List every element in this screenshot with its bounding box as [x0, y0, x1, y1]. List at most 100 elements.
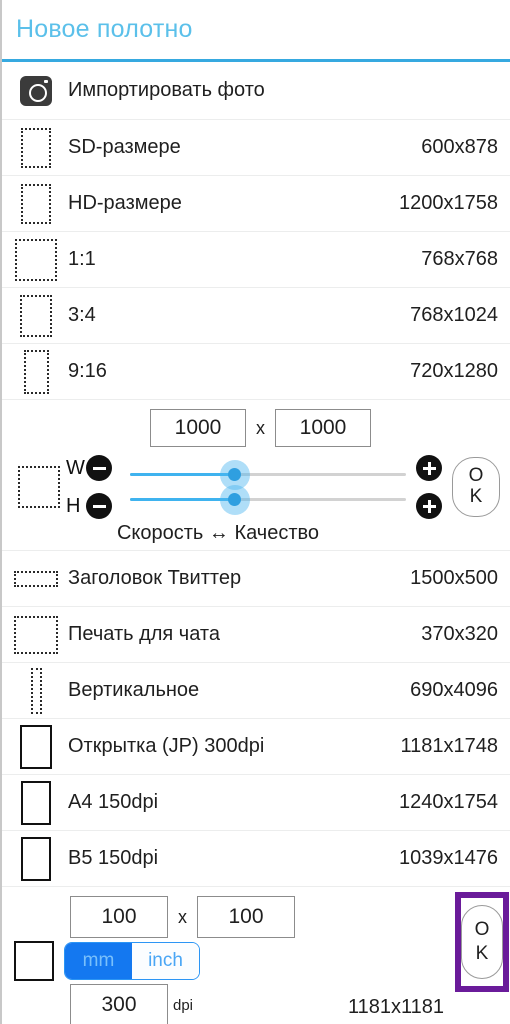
preset-label: 3:4: [68, 304, 96, 326]
wh-minus-column: W H: [66, 455, 122, 519]
preset-preview-box: [30, 667, 42, 714]
height-control-line: H: [66, 493, 122, 519]
preset-label: A4 150dpi: [68, 791, 159, 813]
preset-value: 1181x1748: [400, 735, 499, 757]
print-preview-box: [14, 941, 54, 981]
preset-list-bottom: Заголовок Твиттер 1500x500 Печать для чата…: [2, 551, 510, 887]
preset-preview-box: [21, 836, 51, 881]
camera-flash-icon: [44, 79, 48, 83]
preset-row[interactable]: B5 150dpi 1039x1476: [2, 831, 510, 887]
custom-size-inputs: 1000 x 1000: [14, 408, 500, 448]
preset-preview-box: [14, 570, 58, 587]
preset-preview-cell: [14, 724, 58, 770]
preset-preview-box: [20, 294, 52, 337]
print-dpi-label: dpi: [173, 996, 194, 1014]
preset-label: 1:1: [68, 248, 96, 270]
screen-header: Новое полотно: [2, 0, 510, 62]
print-ok-line-1: O: [474, 919, 490, 941]
preset-preview-cell: [14, 667, 58, 714]
wh-plus-column: [412, 455, 446, 519]
custom-width-input[interactable]: 1000: [150, 409, 246, 447]
preset-preview-cell: [14, 237, 58, 283]
preset-row[interactable]: Печать для чата 370x320: [2, 607, 510, 663]
print-size-inputs: 100 x 100: [14, 895, 500, 939]
import-photo-row[interactable]: Импортировать фото: [2, 62, 510, 120]
preset-preview-cell: [14, 556, 58, 602]
preset-preview-cell: [14, 181, 58, 227]
print-ok-highlight: O K: [455, 892, 509, 992]
print-width-input[interactable]: 100: [70, 896, 168, 938]
preset-preview-box: [21, 127, 51, 168]
print-unit-row: mm inch: [14, 939, 500, 983]
preset-list-top: SD-размере 600x878 HD-размере 1200x1758 1:1 7…: [2, 120, 510, 400]
width-letter: W: [66, 456, 85, 479]
custom-preview-box: [18, 466, 60, 508]
preset-preview-box: [15, 238, 57, 281]
preset-label: SD-размере: [68, 136, 181, 158]
preset-preview-box: [21, 780, 51, 825]
width-minus-button[interactable]: [86, 455, 112, 481]
preset-row[interactable]: Открытка (JP) 300dpi 1181x1748: [2, 719, 510, 775]
preset-preview-cell: [14, 125, 58, 171]
preset-value: 1039x1476: [399, 847, 498, 869]
preset-row[interactable]: SD-размере 600x878: [2, 120, 510, 176]
preset-row[interactable]: Заголовок Твиттер 1500x500: [2, 551, 510, 607]
preset-preview-box: [21, 183, 51, 224]
preset-label: Открытка (JP) 300dpi: [68, 735, 265, 757]
preset-preview-cell: [14, 612, 58, 658]
print-height-input[interactable]: 100: [197, 896, 295, 938]
unit-toggle[interactable]: mm inch: [64, 942, 200, 980]
preset-row[interactable]: A4 150dpi 1240x1754: [2, 775, 510, 831]
width-plus-button[interactable]: [416, 455, 442, 481]
preset-row[interactable]: 3:4 768x1024: [2, 288, 510, 344]
unit-option-inch[interactable]: inch: [132, 943, 199, 979]
width-control-line: W: [66, 455, 122, 481]
preset-preview-box: [20, 724, 52, 769]
custom-size-ok-button[interactable]: O K: [452, 457, 500, 517]
preset-preview-cell: [14, 293, 58, 339]
print-dpi-input[interactable]: 300: [70, 984, 168, 1024]
preset-value: 1240x1754: [399, 791, 498, 813]
custom-height-input[interactable]: 1000: [275, 409, 371, 447]
preset-value: 690x4096: [410, 679, 498, 701]
preset-preview-box: [14, 615, 58, 654]
camera-icon-cell: [14, 68, 58, 114]
height-minus-button[interactable]: [86, 493, 112, 519]
width-slider[interactable]: [130, 459, 406, 490]
print-ok-line-2: K: [475, 943, 489, 964]
custom-slider-area: W H O K: [14, 448, 500, 526]
preset-row[interactable]: Вертикальное 690x4096: [2, 663, 510, 719]
print-size-separator: x: [178, 906, 187, 927]
preset-value: 600x878: [421, 136, 498, 158]
print-ok-button[interactable]: O K: [461, 905, 503, 979]
preset-row[interactable]: 9:16 720x1280: [2, 344, 510, 400]
preset-label: B5 150dpi: [68, 847, 159, 869]
ok-line-2: K: [469, 486, 483, 507]
preset-value: 1200x1758: [399, 192, 498, 214]
slider-tracks: [122, 459, 412, 515]
preset-value: 720x1280: [410, 360, 498, 382]
print-result-size: 1181x1181: [347, 996, 444, 1018]
preset-row[interactable]: 1:1 768x768: [2, 232, 510, 288]
preset-value: 1500x500: [410, 567, 498, 589]
preset-label: 9:16: [68, 360, 107, 382]
print-size-panel: 100 x 100 mm inch 300 dpi 1181x1181 O K: [2, 887, 510, 1024]
preset-preview-box: [23, 349, 49, 394]
preset-preview-cell: [14, 349, 58, 395]
preset-value: 768x1024: [410, 304, 498, 326]
preset-label: Заголовок Твиттер: [68, 567, 242, 589]
height-slider[interactable]: [130, 484, 406, 515]
preset-row[interactable]: HD-размере 1200x1758: [2, 176, 510, 232]
unit-option-mm[interactable]: mm: [65, 943, 132, 979]
preset-label: Печать для чата: [68, 623, 220, 645]
camera-icon: [20, 75, 52, 106]
page-title: Новое полотно: [16, 15, 193, 43]
custom-preview-cell: [14, 466, 64, 508]
custom-size-separator: x: [256, 417, 265, 438]
preset-preview-cell: [14, 836, 58, 882]
height-slider-thumb[interactable]: [219, 484, 250, 515]
preset-value: 370x320: [421, 623, 498, 645]
new-canvas-screen: Новое полотно Импортировать фото SD-разм…: [0, 0, 510, 1024]
custom-size-panel: 1000 x 1000 W H O K Скорость ↔ Качество: [2, 400, 510, 551]
height-plus-button[interactable]: [416, 493, 442, 519]
